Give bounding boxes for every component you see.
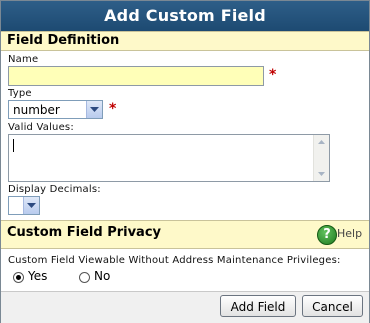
privacy-question: Custom Field Viewable Without Address Ma… bbox=[8, 255, 341, 266]
radio-no[interactable] bbox=[79, 272, 90, 283]
add-field-button[interactable]: Add Field bbox=[220, 295, 296, 317]
scroll-up-icon[interactable] bbox=[314, 135, 329, 150]
name-label: Name bbox=[8, 54, 39, 65]
display-decimals-select[interactable] bbox=[8, 196, 40, 215]
type-dropdown-button[interactable] bbox=[86, 101, 102, 118]
name-input[interactable] bbox=[8, 66, 264, 86]
radio-yes-label[interactable]: Yes bbox=[28, 269, 47, 283]
dialog-footer: Add Field Cancel bbox=[1, 291, 369, 323]
name-required-mark: * bbox=[269, 67, 277, 83]
scroll-down-icon[interactable] bbox=[314, 166, 329, 181]
valid-values-textarea[interactable] bbox=[8, 134, 330, 182]
custom-field-privacy-header: Custom Field Privacy bbox=[1, 220, 369, 249]
field-definition-header: Field Definition bbox=[1, 31, 369, 51]
add-custom-field-dialog: Add Custom Field Field Definition Name *… bbox=[0, 0, 370, 323]
chevron-down-icon bbox=[27, 202, 36, 208]
dialog-title: Add Custom Field bbox=[1, 1, 369, 31]
type-label: Type bbox=[8, 88, 32, 99]
display-decimals-label: Display Decimals: bbox=[8, 184, 101, 195]
type-select[interactable]: number bbox=[8, 100, 103, 119]
valid-values-scrollbar[interactable] bbox=[313, 135, 329, 181]
type-select-value: number bbox=[13, 103, 60, 117]
cancel-button[interactable]: Cancel bbox=[302, 295, 363, 317]
help-label[interactable]: Help bbox=[337, 227, 362, 240]
display-decimals-dropdown-button[interactable] bbox=[23, 197, 39, 214]
help-icon[interactable]: ? bbox=[317, 225, 337, 245]
valid-values-label: Valid Values: bbox=[8, 122, 74, 133]
text-caret bbox=[13, 139, 14, 152]
radio-yes[interactable] bbox=[13, 272, 24, 283]
radio-no-label[interactable]: No bbox=[94, 269, 110, 283]
chevron-down-icon bbox=[90, 106, 99, 112]
privacy-header-label: Custom Field Privacy bbox=[7, 225, 162, 240]
type-required-mark: * bbox=[109, 101, 117, 117]
